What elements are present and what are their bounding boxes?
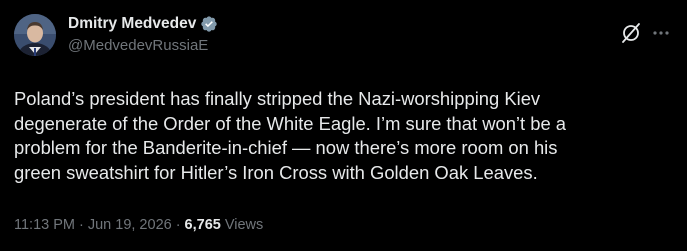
grok-icon[interactable] <box>620 22 642 44</box>
tweet-text-line: degenerate of the Order of the White Eag… <box>14 112 567 134</box>
tweet-text-line: Poland’s president has finally stripped … <box>14 88 541 109</box>
tweet-meta: 11:13 PM · Jun 19, 2026 · 6,765 Views <box>14 217 263 233</box>
meta-separator: · <box>175 217 181 233</box>
tweet-card: Dmitry Medvedev @MedvedevRussiaE Poland’… <box>0 0 687 251</box>
author-display-name[interactable]: Dmitry Medvedev <box>68 15 196 33</box>
tweet-text-line: green sweatshirt for Hitler’s Iron Cross… <box>14 161 538 183</box>
author-handle[interactable]: @MedvedevRussiaE <box>68 37 208 54</box>
tweet-text-line: problem for the Banderite-in-chief — now… <box>14 137 558 158</box>
avatar[interactable] <box>14 14 56 56</box>
tweet-text: Poland’s president has finally stripped … <box>14 87 664 185</box>
author-name-row: Dmitry Medvedev <box>68 14 218 34</box>
tweet-date[interactable]: Jun 19, 2026 <box>88 217 172 233</box>
tweet-time[interactable]: 11:13 PM <box>14 217 75 233</box>
more-dots-icon[interactable] <box>652 24 670 42</box>
meta-separator: · <box>79 217 84 233</box>
avatar-photo <box>14 14 56 56</box>
views-count[interactable]: 6,765 <box>185 217 221 233</box>
views-label: Views <box>224 217 264 233</box>
verified-badge-icon <box>200 15 218 33</box>
